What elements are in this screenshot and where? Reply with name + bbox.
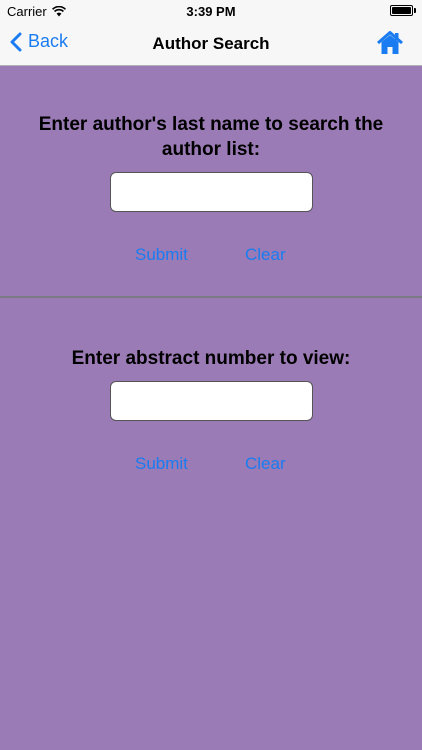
status-time: 3:39 PM: [186, 4, 236, 19]
abstract-submit-button[interactable]: Submit: [135, 454, 188, 474]
author-search-section: Enter author's last name to search the a…: [0, 112, 422, 267]
abstract-view-actions: Submit Clear: [0, 454, 422, 476]
home-button[interactable]: [377, 31, 403, 60]
author-search-actions: Submit Clear: [0, 245, 422, 267]
abstract-clear-button[interactable]: Clear: [245, 454, 286, 474]
page-title: Author Search: [152, 34, 270, 53]
author-clear-button[interactable]: Clear: [245, 245, 286, 265]
abstract-view-section: Enter abstract number to view: Submit Cl…: [0, 346, 422, 476]
author-last-name-input[interactable]: [109, 172, 313, 212]
author-submit-button[interactable]: Submit: [135, 245, 188, 265]
author-search-prompt: Enter author's last name to search the a…: [38, 114, 384, 160]
abstract-number-prompt: Enter abstract number to view:: [71, 348, 351, 369]
navigation-bar: Back Author Search: [0, 22, 422, 66]
abstract-number-input[interactable]: [109, 381, 313, 421]
home-icon: [377, 31, 403, 54]
status-bar: Carrier 3:39 PM: [0, 0, 422, 22]
section-divider: [0, 296, 422, 298]
battery-icon: [390, 5, 416, 16]
